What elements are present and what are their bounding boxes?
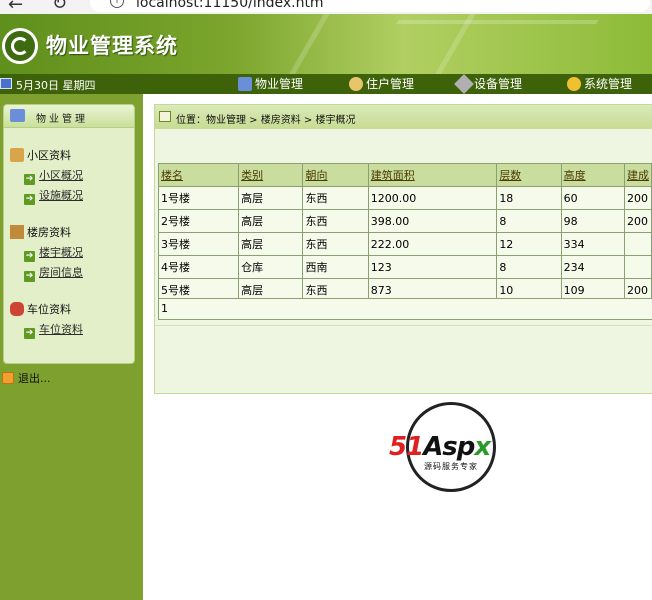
arrow-right-icon: ➔ <box>24 271 35 282</box>
table-cell: 8 <box>496 209 562 233</box>
site-header: 物业管理系统 <box>0 14 652 74</box>
sidebar-header: 物业管理 <box>4 105 134 128</box>
arrow-right-icon: ➔ <box>24 251 35 262</box>
table-cell: 东西 <box>302 209 369 233</box>
table-cell: 1200.00 <box>367 186 498 210</box>
content-divider <box>154 325 652 326</box>
table-cell: 60 <box>560 186 625 210</box>
exit-icon <box>2 372 14 384</box>
col-header-floors[interactable]: 层数 <box>496 163 562 187</box>
table-cell: 1号楼 <box>157 186 240 210</box>
table-cell: 4号楼 <box>157 255 240 279</box>
sidebar-group-parking: 车位资料 <box>10 301 71 317</box>
col-header-height[interactable]: 高度 <box>560 163 625 187</box>
url-text[interactable]: localhost:11150/index.htm <box>136 0 324 11</box>
table-cell: 334 <box>560 232 625 256</box>
house-icon <box>238 77 252 91</box>
logout-link[interactable]: 退出... <box>2 370 51 386</box>
house-icon <box>10 109 25 122</box>
table-row: 4号楼 仓库 西南 123 8 234 <box>157 255 652 279</box>
tool-icon <box>454 74 474 94</box>
site-title: 物业管理系统 <box>46 34 178 58</box>
sidebar-link-building-overview[interactable]: ➔ 楼宇概况 <box>24 244 83 262</box>
table-cell: 仓库 <box>238 255 304 279</box>
table-cell: 3号楼 <box>157 232 240 256</box>
sidebar-panel: 物业管理 小区资料 ➔ 小区概况 ➔ 设施概况 楼房资料 ➔ 楼宇概况 ➔ 房间信息 车… <box>3 104 135 364</box>
table-header-row: 楼名 类别 朝向 建筑面积 层数 高度 建成 <box>157 163 652 187</box>
table-cell: 2号楼 <box>157 209 240 233</box>
breadcrumb-text: 位置：物业管理 > 楼房资料 > 楼宇概况 <box>176 115 356 126</box>
table-cell: 西南 <box>302 255 369 279</box>
sidebar-link-facility-overview[interactable]: ➔ 设施概况 <box>24 187 83 205</box>
arrow-right-icon: ➔ <box>24 194 35 205</box>
sidebar-group-building: 楼房资料 <box>10 224 71 240</box>
watermark-name: 51Aspx <box>389 432 491 462</box>
table-cell: 高层 <box>238 186 304 210</box>
arrow-right-icon: ➔ <box>24 174 35 185</box>
col-header-orientation[interactable]: 朝向 <box>302 163 369 187</box>
coins-icon <box>567 77 581 91</box>
table-cell: 8 <box>496 255 562 279</box>
watermark-tagline: 源码服务专家 <box>424 462 478 471</box>
table-row: 3号楼 高层 东西 222.00 12 334 <box>157 232 652 256</box>
col-header-type[interactable]: 类别 <box>238 163 304 187</box>
list-icon <box>159 111 171 122</box>
table-cell: 东西 <box>302 232 369 256</box>
table-cell: 12 <box>496 232 562 256</box>
current-date: 5月30日 星期四 <box>16 79 96 92</box>
watermark-logo: 51Aspx 源码服务专家 <box>389 402 513 494</box>
page-number[interactable]: 1 <box>161 302 168 315</box>
table-cell: 123 <box>367 255 498 279</box>
top-menubar: 5月30日 星期四 物业管理 住户管理 设备管理 系统管理 <box>0 74 652 94</box>
menu-property-management[interactable]: 物业管理 <box>238 74 303 94</box>
person-icon <box>349 77 363 91</box>
building-table: 楼名 类别 朝向 建筑面积 层数 高度 建成 1号楼 高层 东西 1200.00… <box>157 163 652 302</box>
browser-toolbar: ← ↻ i localhost:11150/index.htm <box>0 0 652 14</box>
table-cell: 高层 <box>238 232 304 256</box>
breadcrumb: 位置：物业管理 > 楼房资料 > 楼宇概况 <box>155 105 652 129</box>
logo-icon <box>2 28 38 64</box>
table-row: 2号楼 高层 东西 398.00 8 98 200 <box>157 209 652 233</box>
col-header-area[interactable]: 建筑面积 <box>367 163 498 187</box>
table-row: 1号楼 高层 东西 1200.00 18 60 200 <box>157 186 652 210</box>
table-cell: 398.00 <box>367 209 498 233</box>
sidebar-link-parking-info[interactable]: ➔ 车位资料 <box>24 321 83 339</box>
arrow-right-icon: ➔ <box>24 328 35 339</box>
document-icon <box>10 225 24 239</box>
table-cell: 18 <box>496 186 562 210</box>
calendar-icon <box>0 78 12 89</box>
back-arrow-icon[interactable]: ← <box>8 0 23 14</box>
table-cell <box>623 255 652 279</box>
menu-system-management[interactable]: 系统管理 <box>567 74 632 94</box>
table-cell: 高层 <box>238 209 304 233</box>
sidebar-title: 物业管理 <box>36 114 88 125</box>
menu-resident-management[interactable]: 住户管理 <box>349 74 414 94</box>
col-header-name[interactable]: 楼名 <box>157 163 240 187</box>
table-cell: 222.00 <box>367 232 498 256</box>
sidebar-link-community-overview[interactable]: ➔ 小区概况 <box>24 167 83 185</box>
table-cell: 200 <box>623 209 652 233</box>
table-cell: 234 <box>560 255 625 279</box>
sidebar-link-room-info[interactable]: ➔ 房间信息 <box>24 264 83 282</box>
menu-equipment-management[interactable]: 设备管理 <box>454 74 522 94</box>
col-header-built[interactable]: 建成 <box>623 163 652 187</box>
table-cell: 东西 <box>302 186 369 210</box>
car-icon <box>10 302 24 316</box>
pagination: 1 <box>158 298 652 320</box>
reload-icon[interactable]: ↻ <box>52 0 67 14</box>
table-cell: 200 <box>623 186 652 210</box>
table-cell: 98 <box>560 209 625 233</box>
header-decoration-stripe <box>361 20 599 74</box>
sidebar-group-community: 小区资料 <box>10 147 71 163</box>
table-cell <box>623 232 652 256</box>
building-icon <box>10 148 24 162</box>
